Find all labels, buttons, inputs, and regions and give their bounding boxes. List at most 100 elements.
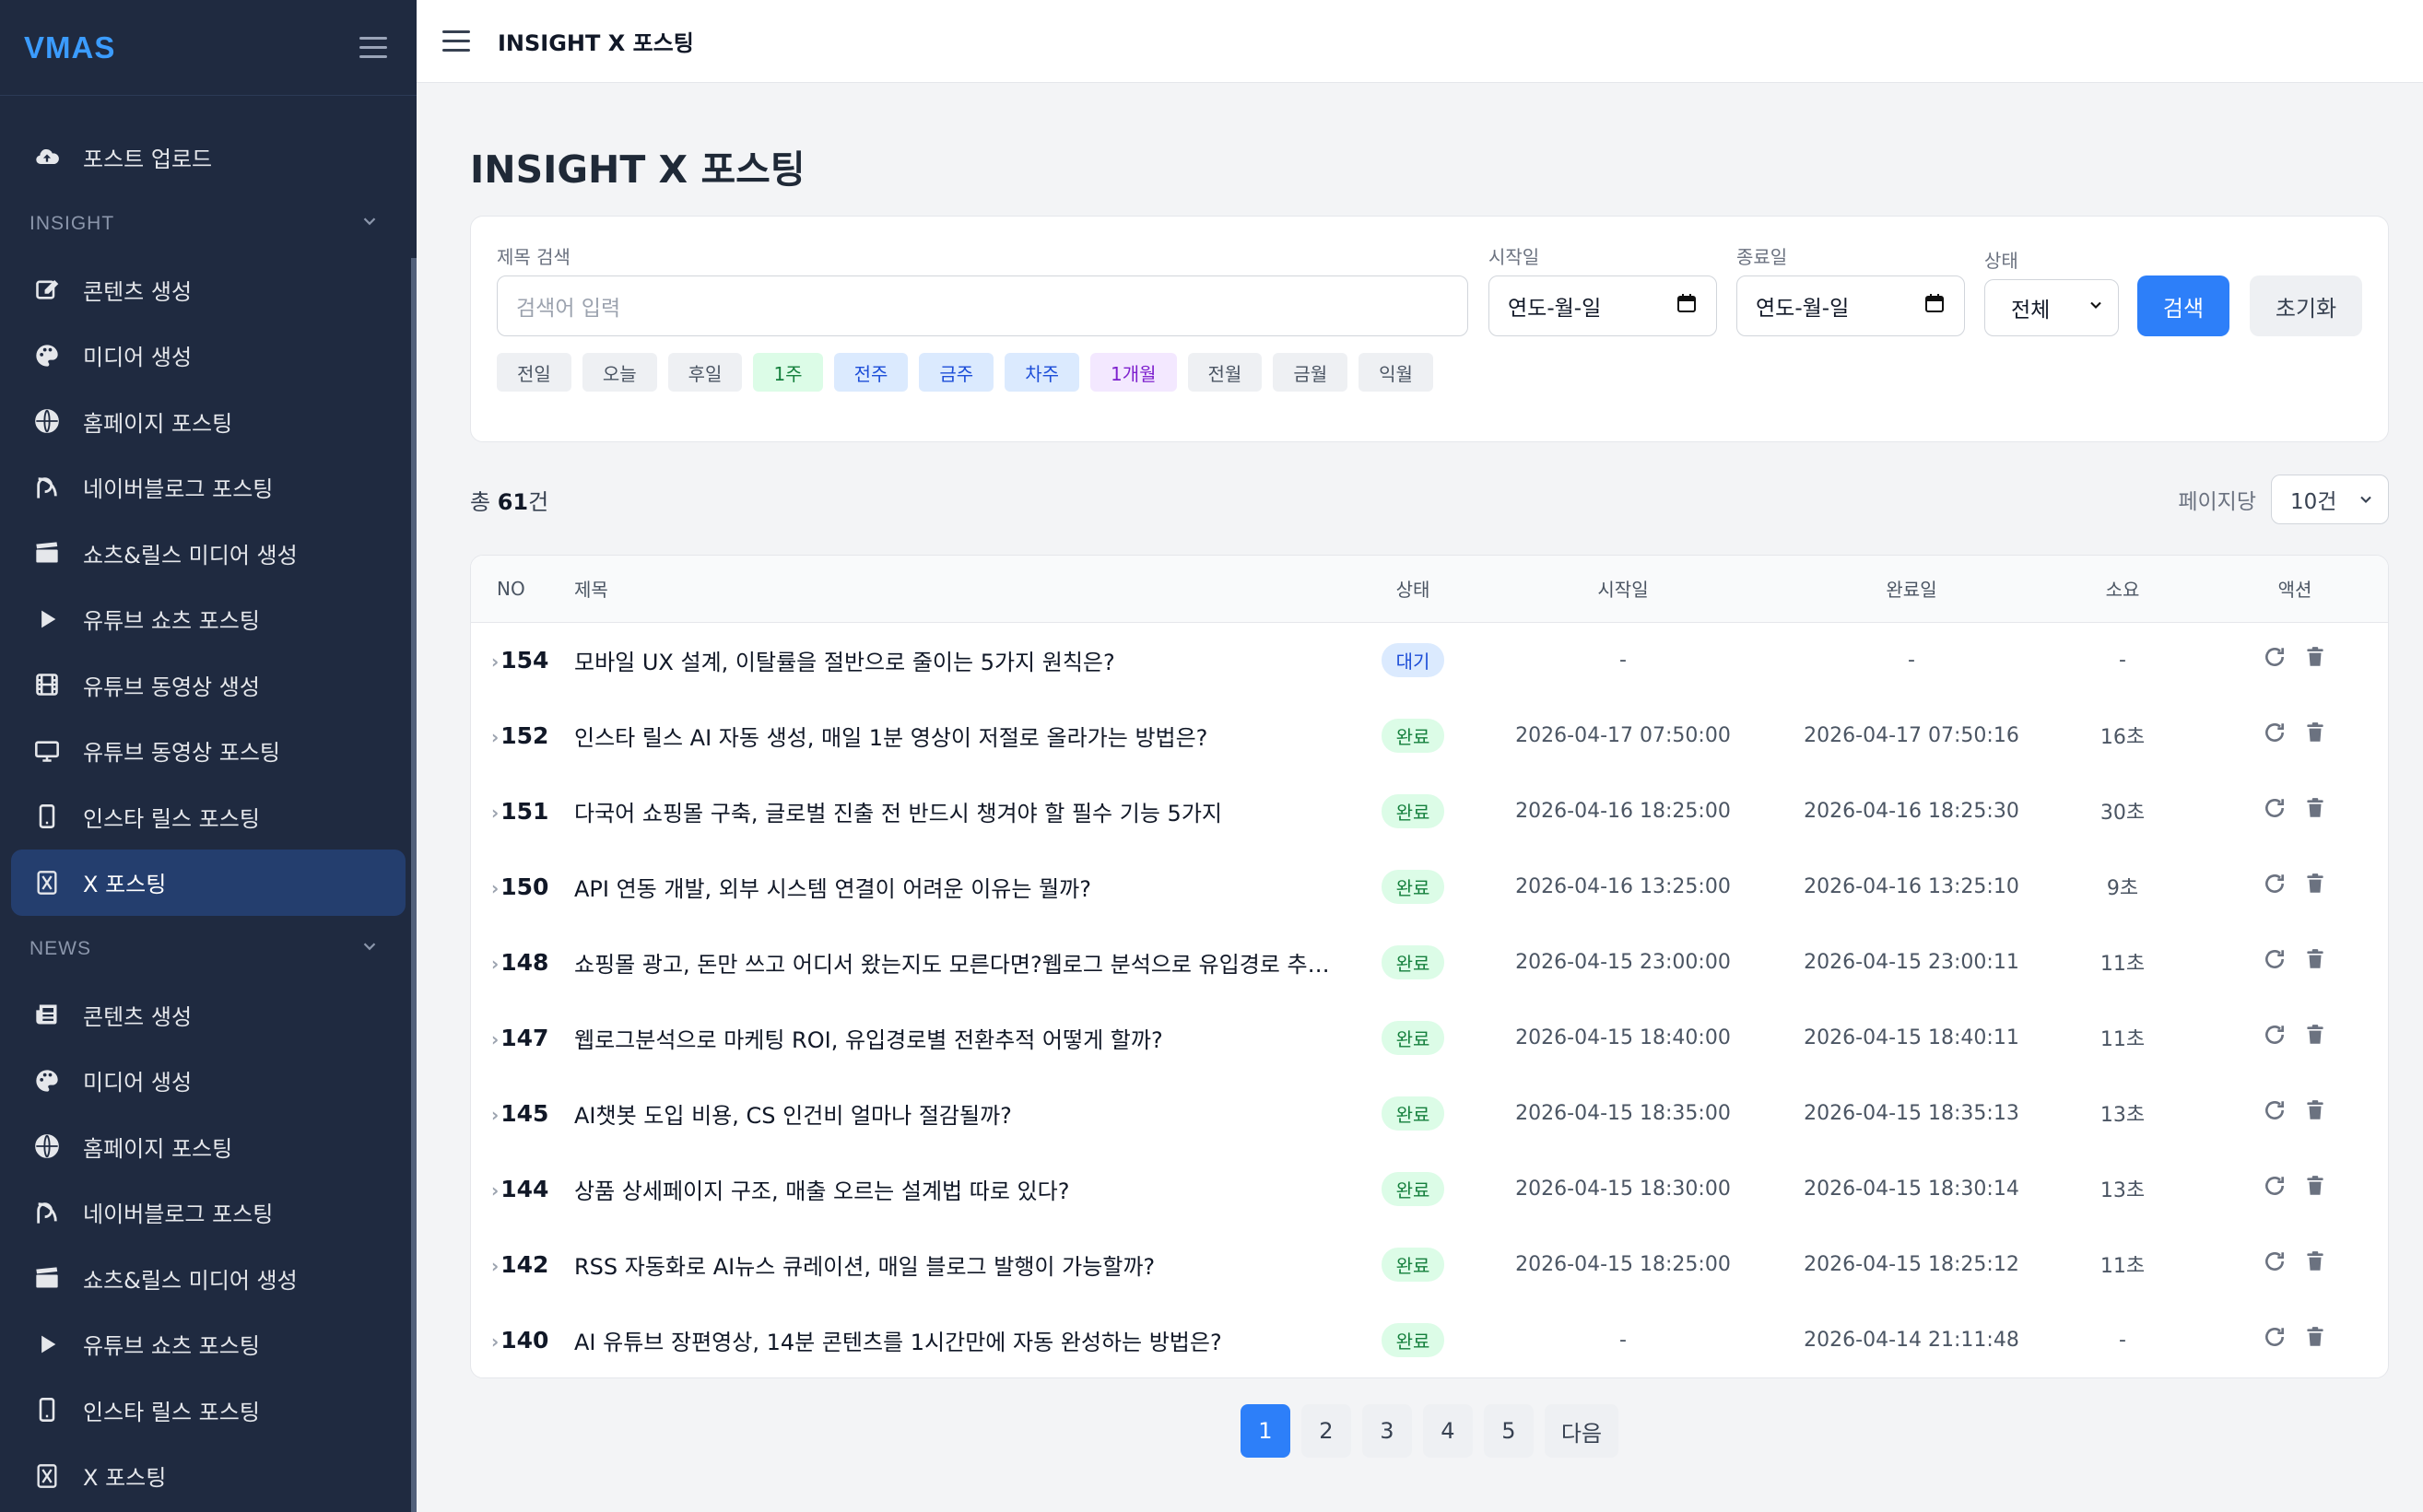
calendar-icon[interactable] [1676,292,1698,320]
expand-chevron-icon[interactable]: › [491,651,499,673]
reset-button[interactable]: 초기화 [2250,275,2362,336]
table-row[interactable]: ›145 AI챗봇 도입 비용, CS 인건비 얼마나 절감될까? 완료 2026-0… [471,1075,2388,1151]
retry-icon[interactable] [2263,1023,2287,1052]
col-start[interactable]: 시작일 [1468,556,1778,622]
retry-icon[interactable] [2263,947,2287,977]
sidebar-item-mobile[interactable]: 인스타 릴스 포스팅 [0,1377,417,1444]
row-no-cell[interactable]: ›151 [471,773,574,849]
retry-icon[interactable] [2263,1325,2287,1354]
page-button-5[interactable]: 5 [1483,1404,1534,1458]
table-row[interactable]: ›154 모바일 UX 설계, 이탈률을 절반으로 줄이는 5가지 원칙은? 대기 -… [471,622,2388,697]
page-button-3[interactable]: 3 [1361,1404,1412,1458]
sidebar-item-palette[interactable]: 미디어 생성 [0,1048,417,1114]
expand-chevron-icon[interactable]: › [491,877,499,899]
sidebar-item-film[interactable]: 유튜브 동영상 생성 [0,652,417,719]
row-no-cell[interactable]: ›142 [471,1226,574,1302]
trash-icon[interactable] [2303,1174,2327,1203]
trash-icon[interactable] [2303,796,2327,826]
sidebar-item-globe[interactable]: 홈페이지 포스팅 [0,1114,417,1180]
table-row[interactable]: ›144 상품 상세페이지 구조, 매출 오르는 설계법 따로 있다? 완료 2026… [471,1151,2388,1226]
retry-icon[interactable] [2263,721,2287,750]
sidebar-item-monitor[interactable]: 유튜브 동영상 포스팅 [0,718,417,784]
sidebar-item-clapperboard[interactable]: 쇼츠&릴스 미디어 생성 [0,521,417,587]
row-title[interactable]: AI챗봇 도입 비용, CS 인건비 얼마나 절감될까? [574,1075,1358,1151]
table-row[interactable]: ›148 쇼핑몰 광고, 돈만 쓰고 어디서 왔는지도 모른다면?웹로그 분석으로… [471,924,2388,1000]
next-page-button[interactable]: 다음 [1544,1404,1619,1458]
date-chip[interactable]: 1개월 [1090,353,1177,392]
date-chip[interactable]: 금월 [1273,353,1348,392]
sidebar-item-x-logo[interactable]: X 포스팅 [11,850,406,916]
expand-chevron-icon[interactable]: › [491,1179,499,1201]
page-button-1[interactable]: 1 [1240,1404,1290,1458]
row-no-cell[interactable]: ›150 [471,849,574,924]
sidebar-item-play[interactable]: 유튜브 쇼츠 포스팅 [0,1311,417,1377]
expand-chevron-icon[interactable]: › [491,1028,499,1050]
calendar-icon[interactable] [1923,292,1946,320]
col-status[interactable]: 상태 [1358,556,1468,622]
row-no-cell[interactable]: ›144 [471,1151,574,1226]
col-end[interactable]: 완료일 [1778,556,2045,622]
start-date-input[interactable]: 연도-월-일 [1488,275,1717,336]
col-duration[interactable]: 소요 [2045,556,2200,622]
row-title[interactable]: 인스타 릴스 AI 자동 생성, 매일 1분 영상이 저절로 올라가는 방법은? [574,697,1358,773]
date-chip[interactable]: 후일 [667,353,743,392]
sidebar-item-palette[interactable]: 미디어 생성 [0,322,417,389]
menu-icon[interactable] [442,29,470,53]
date-chip[interactable]: 차주 [1005,353,1079,392]
sidebar-item-edit[interactable]: 콘텐츠 생성 [0,257,417,323]
date-chip[interactable]: 전일 [497,353,571,392]
table-row[interactable]: ›147 웹로그분석으로 마케팅 ROI, 유입경로별 전환추적 어떻게 할까? 완… [471,1000,2388,1075]
row-no-cell[interactable]: ›152 [471,697,574,773]
sidebar-section-news[interactable]: NEWS [0,916,417,982]
status-select[interactable]: 전체 [1984,279,2119,336]
trash-icon[interactable] [2303,1249,2327,1279]
app-logo[interactable]: VMAS [24,30,115,65]
date-chip[interactable]: 전월 [1187,353,1263,392]
sidebar-scrollbar[interactable] [411,258,417,1512]
sidebar-item-blog[interactable]: 네이버블로그 포스팅 [0,454,417,521]
row-title[interactable]: 쇼핑몰 광고, 돈만 쓰고 어디서 왔는지도 모른다면?웹로그 분석으로 유입경… [574,924,1358,1000]
sidebar-toggle-icon[interactable] [359,36,387,59]
date-chip[interactable]: 오늘 [582,353,657,392]
row-title[interactable]: 웹로그분석으로 마케팅 ROI, 유입경로별 전환추적 어떻게 할까? [574,1000,1358,1075]
trash-icon[interactable] [2303,721,2327,750]
search-button[interactable]: 검색 [2137,275,2229,336]
row-no-cell[interactable]: ›147 [471,1000,574,1075]
sidebar-item-globe[interactable]: 홈페이지 포스팅 [0,389,417,455]
sidebar-item-newspaper[interactable]: 콘텐츠 생성 [0,982,417,1049]
page-button-2[interactable]: 2 [1300,1404,1351,1458]
row-no-cell[interactable]: ›148 [471,924,574,1000]
trash-icon[interactable] [2303,1023,2327,1052]
retry-icon[interactable] [2263,1098,2287,1128]
row-title[interactable]: RSS 자동화로 AI뉴스 큐레이션, 매일 블로그 발행이 가능할까? [574,1226,1358,1302]
sidebar-item-clapperboard[interactable]: 쇼츠&릴스 미디어 생성 [0,1246,417,1312]
sidebar-section-insight[interactable]: INSIGHT [0,191,417,257]
row-title[interactable]: AI 유튜브 장편영상, 14분 콘텐츠를 1시간만에 자동 완성하는 방법은? [574,1302,1358,1377]
trash-icon[interactable] [2303,1325,2327,1354]
date-chip[interactable]: 금주 [919,353,994,392]
expand-chevron-icon[interactable]: › [491,726,499,748]
table-row[interactable]: ›150 API 연동 개발, 외부 시스템 연결이 어려운 이유는 뭘까? 완료 2… [471,849,2388,924]
row-title[interactable]: 다국어 쇼핑몰 구축, 글로벌 진출 전 반드시 챙겨야 할 필수 기능 5가지 [574,773,1358,849]
expand-chevron-icon[interactable]: › [491,802,499,824]
date-chip[interactable]: 전주 [833,353,909,392]
col-title[interactable]: 제목 [574,556,1358,622]
table-row[interactable]: ›142 RSS 자동화로 AI뉴스 큐레이션, 매일 블로그 발행이 가능할까?… [471,1226,2388,1302]
sidebar-item-cloud-upload[interactable]: 포스트 업로드 [0,124,417,191]
date-chip[interactable]: 1주 [753,353,823,392]
title-search-input[interactable]: 검색어 입력 [497,275,1468,336]
retry-icon[interactable] [2263,796,2287,826]
trash-icon[interactable] [2303,1098,2327,1128]
sidebar-item-play[interactable]: 유튜브 쇼츠 포스팅 [0,586,417,652]
trash-icon[interactable] [2303,947,2327,977]
table-row[interactable]: ›140 AI 유튜브 장편영상, 14분 콘텐츠를 1시간만에 자동 완성하는 … [471,1302,2388,1377]
col-no[interactable]: NO [471,556,574,622]
date-chip[interactable]: 익월 [1359,353,1433,392]
row-title[interactable]: 모바일 UX 설계, 이탈률을 절반으로 줄이는 5가지 원칙은? [574,622,1358,697]
retry-icon[interactable] [2263,872,2287,901]
table-row[interactable]: ›152 인스타 릴스 AI 자동 생성, 매일 1분 영상이 저절로 올라가는 … [471,697,2388,773]
sidebar-item-blog[interactable]: 네이버블로그 포스팅 [0,1179,417,1246]
page-button-4[interactable]: 4 [1422,1404,1473,1458]
trash-icon[interactable] [2303,872,2327,901]
expand-chevron-icon[interactable]: › [491,1104,499,1126]
